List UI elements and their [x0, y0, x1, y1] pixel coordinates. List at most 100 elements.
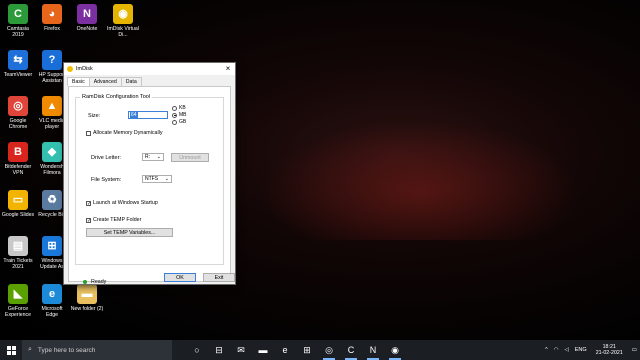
mail-icon[interactable]: ✉	[230, 340, 252, 360]
desktop-icon-label: New folder (2)	[70, 306, 104, 312]
windows-update-icon: ⊞	[42, 236, 62, 256]
file-system-value: NTFS	[145, 176, 159, 182]
tab-advanced[interactable]: Advanced	[88, 77, 122, 86]
window-title: ImDisk	[76, 66, 93, 72]
desktop-icon[interactable]: ◣ GeForce Experience	[1, 284, 35, 318]
desktop-icon-label: TeamViewer	[3, 72, 33, 78]
onenote-icon: N	[77, 4, 97, 24]
radio-dot	[172, 119, 177, 125]
slides-icon: ▭	[8, 190, 28, 210]
file-explorer-icon[interactable]: ▬	[252, 340, 274, 360]
config-group: RamDisk Configuration Tool Size: 64 KB M…	[75, 94, 224, 265]
set-temp-variables-button[interactable]: Set TEMP Variables...	[86, 228, 173, 237]
radio-dot-selected	[172, 112, 177, 118]
checkbox-box-checked: ✓	[86, 217, 92, 224]
unit-gb-label: GB	[179, 119, 187, 125]
edge-icon[interactable]: e	[274, 340, 296, 360]
desktop-icon[interactable]: N OneNote	[70, 4, 104, 32]
desktop-icon[interactable]: ▤ Train Tickets 2021	[1, 236, 35, 270]
size-input[interactable]: 64	[128, 111, 168, 119]
status-ready-icon	[83, 280, 87, 284]
allocate-dynamic-checkbox[interactable]: Allocate Memory Dynamically	[86, 130, 162, 136]
drive-letter-value: R:	[145, 154, 150, 160]
notifications-icon[interactable]: ▭	[632, 347, 637, 353]
desktop-icon-label: ImDisk Virtual Di...	[107, 26, 139, 38]
desktop-icon[interactable]: ▬ New folder (2)	[70, 284, 104, 312]
wallpaper-car	[260, 120, 580, 240]
desktop-icon-label: Google Slides	[1, 212, 35, 218]
desktop-icon[interactable]: B Bitdefender VPN	[1, 142, 35, 176]
create-temp-label: Create TEMP Folder	[93, 217, 142, 223]
tab-basic[interactable]: Basic	[67, 77, 90, 86]
timeline-icon[interactable]: ⊟	[208, 340, 230, 360]
file-system-select[interactable]: NTFS ⌄	[142, 175, 172, 183]
launch-startup-label: Launch at Windows Startup	[93, 200, 158, 206]
store-icon[interactable]: ⊞	[296, 340, 318, 360]
tab-data[interactable]: Data	[120, 77, 142, 86]
drive-letter-label: Drive Letter:	[91, 155, 121, 161]
chrome-icon: ◎	[8, 96, 28, 116]
desktop-icon-label: Bitdefender VPN	[4, 164, 32, 176]
bitdefender-icon: B	[8, 142, 28, 162]
taskbar-apps: ○ ⊟ ✉ ▬ e ⊞ ◎ C N ◉	[186, 340, 406, 360]
desktop-icon-label: Microsoft Edge	[41, 306, 63, 318]
desktop-icon-label: Camtasia 2019	[7, 26, 29, 38]
folder-icon: ▬	[77, 284, 97, 304]
geforce-icon: ◣	[8, 284, 28, 304]
launch-startup-checkbox[interactable]: ✓ Launch at Windows Startup	[86, 200, 158, 206]
checkbox-box-checked: ✓	[86, 200, 92, 207]
exit-button[interactable]: Exit	[203, 273, 235, 282]
file-system-label: File System:	[91, 177, 122, 183]
imdisk-icon[interactable]: ◉	[384, 340, 406, 360]
status-bar: Ready	[83, 279, 106, 285]
onenote-icon[interactable]: N	[362, 340, 384, 360]
camtasia-icon: C	[8, 4, 28, 24]
search-placeholder: Type here to search	[37, 346, 96, 354]
unit-kb-label: KB	[179, 105, 186, 111]
language-indicator[interactable]: ENG	[575, 347, 587, 353]
desktop-icon[interactable]: ◉ ImDisk Virtual Di...	[106, 4, 140, 38]
desktop-icon-label: GeForce Experience	[5, 306, 31, 318]
imdisk-window: ImDisk × Basic Advanced Data RamDisk Con…	[63, 62, 236, 285]
search-icon: ⌕	[28, 346, 32, 353]
desktop-icon[interactable]: e Microsoft Edge	[35, 284, 69, 318]
desktop-icon[interactable]: ◕ Firefox	[35, 4, 69, 32]
drive-letter-select[interactable]: R: ⌄	[142, 153, 164, 161]
desktop-icon[interactable]: ◎ Google Chrome	[1, 96, 35, 130]
radio-dot	[172, 105, 177, 111]
chrome-icon[interactable]: ◎	[318, 340, 340, 360]
tray-overflow-button[interactable]: ^	[545, 347, 548, 353]
clock-date: 21-02-2021	[595, 350, 623, 356]
tab-strip: Basic Advanced Data	[64, 77, 235, 86]
create-temp-checkbox[interactable]: ✓ Create TEMP Folder	[86, 217, 141, 223]
unmount-button[interactable]: Unmount	[171, 153, 209, 162]
desktop-icon[interactable]: C Camtasia 2019	[1, 4, 35, 38]
task-view-icon[interactable]: ○	[186, 340, 208, 360]
ok-button[interactable]: OK	[164, 273, 196, 282]
network-icon[interactable]: ◠	[554, 347, 559, 353]
allocate-dynamic-label: Allocate Memory Dynamically	[93, 130, 163, 136]
window-titlebar[interactable]: ImDisk ×	[64, 63, 235, 75]
unit-kb-radio[interactable]: KB	[172, 105, 186, 111]
desktop-icon[interactable]: ▭ Google Slides	[1, 190, 35, 218]
checkbox-box	[86, 130, 91, 136]
firefox-icon: ◕	[42, 4, 62, 24]
desktop-icon-label: OneNote	[76, 26, 98, 32]
system-tray: ^ ◠ ◁ ENG 18:21 21-02-2021 ▭	[542, 340, 640, 360]
close-button[interactable]: ×	[221, 63, 235, 75]
edge-icon: e	[42, 284, 62, 304]
hp-support-icon: ?	[42, 50, 62, 70]
volume-icon[interactable]: ◁	[565, 347, 569, 353]
chevron-down-icon: ⌄	[164, 176, 169, 182]
clock[interactable]: 18:21 21-02-2021	[596, 344, 623, 357]
camtasia-icon[interactable]: C	[340, 340, 362, 360]
search-box[interactable]: ⌕ Type here to search	[22, 340, 172, 360]
desktop-icon-label: Firefox	[44, 26, 60, 32]
start-button[interactable]	[0, 340, 22, 360]
unit-mb-radio[interactable]: MB	[172, 112, 187, 118]
desktop-icon[interactable]: ⇆ TeamViewer	[1, 50, 35, 78]
unit-mb-label: MB	[179, 112, 187, 118]
size-label: Size:	[88, 113, 101, 119]
unit-gb-radio[interactable]: GB	[172, 119, 186, 125]
size-value: 64	[130, 112, 138, 118]
